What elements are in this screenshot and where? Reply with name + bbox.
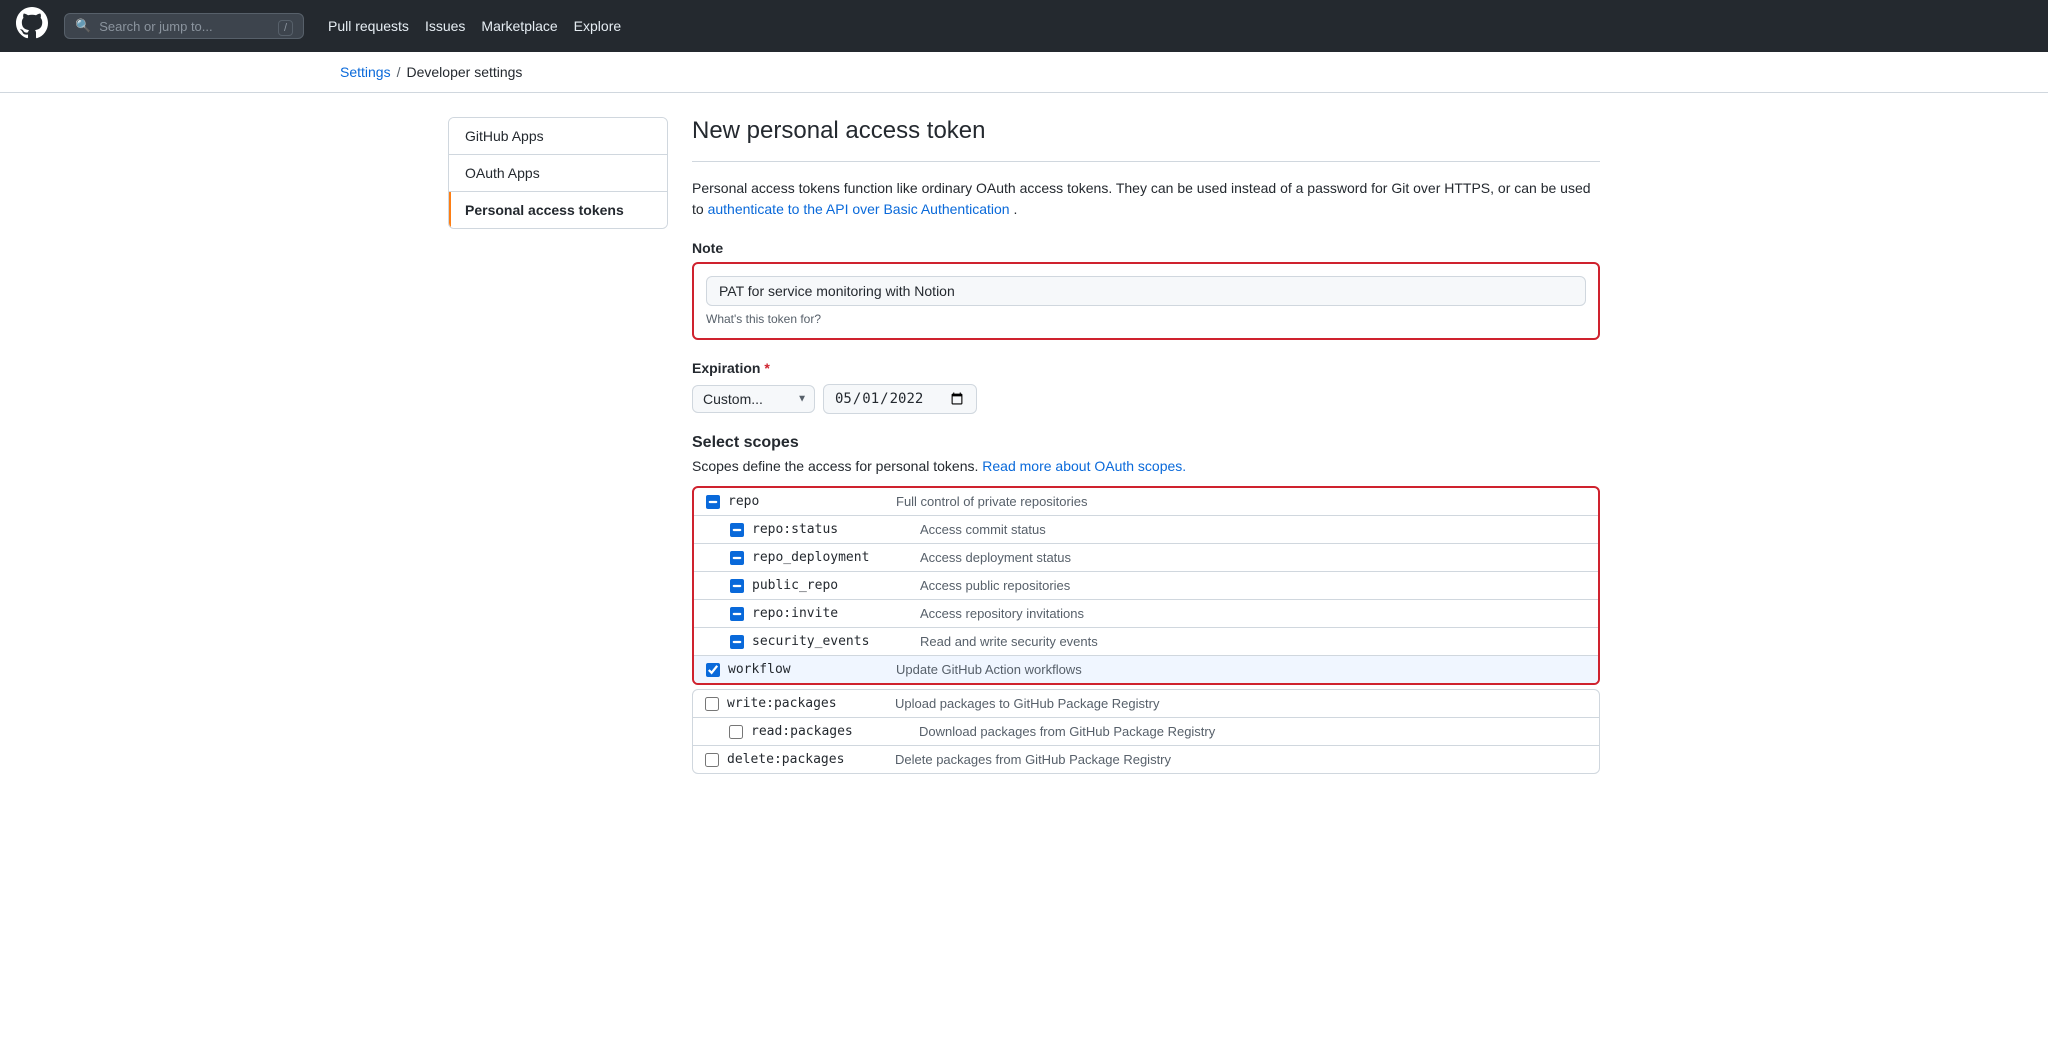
scopes-section: Select scopes Scopes define the access f…: [692, 434, 1600, 774]
note-highlight-wrapper: What's this token for?: [692, 262, 1600, 340]
scope-read-packages-checkbox[interactable]: [729, 725, 743, 739]
scope-repo-deployment-checkbox[interactable]: [730, 551, 744, 565]
page-title: New personal access token: [692, 117, 1600, 162]
topnav: 🔍 Search or jump to... / Pull requests I…: [0, 0, 2048, 52]
scope-repo-desc: Full control of private repositories: [896, 494, 1087, 509]
scope-repo-row: repo Full control of private repositorie…: [694, 488, 1598, 516]
breadcrumb-current: Developer settings: [406, 64, 522, 80]
scope-write-packages-name: write:packages: [727, 696, 887, 711]
github-logo-icon[interactable]: [16, 7, 48, 46]
note-hint: What's this token for?: [706, 312, 1586, 326]
expiration-section: Expiration * Custom... 7 days 30 days 60…: [692, 360, 1600, 414]
nav-pull-requests[interactable]: Pull requests: [328, 18, 409, 34]
scope-write-packages-checkbox[interactable]: [705, 697, 719, 711]
search-kbd: /: [278, 20, 293, 36]
scopes-title: Select scopes: [692, 434, 1600, 452]
scope-workflow-checkbox[interactable]: [706, 663, 720, 677]
scope-security-events-checkbox[interactable]: [730, 635, 744, 649]
note-input[interactable]: [706, 276, 1586, 306]
scope-repo-invite-desc: Access repository invitations: [920, 606, 1084, 621]
scopes-normal-container: write:packages Upload packages to GitHub…: [692, 689, 1600, 774]
content-area: New personal access token Personal acces…: [692, 117, 1600, 794]
scope-workflow-name: workflow: [728, 662, 888, 677]
scope-repo-deployment-name: repo_deployment: [752, 550, 912, 565]
scope-repo-checkbox[interactable]: [706, 495, 720, 509]
scopes-highlighted-container: repo Full control of private repositorie…: [692, 486, 1600, 685]
scope-repo-status-name: repo:status: [752, 522, 912, 537]
description: Personal access tokens function like ord…: [692, 178, 1600, 220]
nav-issues[interactable]: Issues: [425, 18, 465, 34]
sidebar-item-oauth-apps[interactable]: OAuth Apps: [449, 155, 667, 192]
scope-repo-invite-row: repo:invite Access repository invitation…: [694, 600, 1598, 628]
scope-repo-status-row: repo:status Access commit status: [694, 516, 1598, 544]
scope-workflow-row: workflow Update GitHub Action workflows: [694, 656, 1598, 683]
expiration-row: Custom... 7 days 30 days 60 days 90 days…: [692, 384, 1600, 414]
expiration-select[interactable]: Custom... 7 days 30 days 60 days 90 days…: [692, 385, 815, 413]
scope-repo-invite-checkbox[interactable]: [730, 607, 744, 621]
scope-public-repo-desc: Access public repositories: [920, 578, 1070, 593]
breadcrumb-settings-link[interactable]: Settings: [340, 64, 391, 80]
scope-security-events-row: security_events Read and write security …: [694, 628, 1598, 656]
sidebar-item-personal-access-tokens[interactable]: Personal access tokens: [449, 192, 667, 228]
scope-public-repo-name: public_repo: [752, 578, 912, 593]
topnav-links: Pull requests Issues Marketplace Explore: [328, 18, 621, 34]
auth-link[interactable]: authenticate to the API over Basic Authe…: [708, 201, 1010, 217]
scope-public-repo-checkbox[interactable]: [730, 579, 744, 593]
scope-write-packages-row: write:packages Upload packages to GitHub…: [693, 690, 1599, 718]
main-container: GitHub Apps OAuth Apps Personal access t…: [424, 117, 1624, 794]
scope-repo-deployment-row: repo_deployment Access deployment status: [694, 544, 1598, 572]
expiration-label: Expiration *: [692, 360, 1600, 376]
scope-read-packages-desc: Download packages from GitHub Package Re…: [919, 724, 1215, 739]
nav-marketplace[interactable]: Marketplace: [481, 18, 557, 34]
search-placeholder: Search or jump to...: [99, 19, 212, 34]
expiration-required-marker: *: [764, 360, 769, 376]
nav-explore[interactable]: Explore: [574, 18, 621, 34]
scope-repo-status-desc: Access commit status: [920, 522, 1046, 537]
scope-delete-packages-row: delete:packages Delete packages from Git…: [693, 746, 1599, 773]
scope-workflow-desc: Update GitHub Action workflows: [896, 662, 1082, 677]
scope-security-events-name: security_events: [752, 634, 912, 649]
scope-delete-packages-name: delete:packages: [727, 752, 887, 767]
note-label: Note: [692, 240, 1600, 256]
scope-public-repo-row: public_repo Access public repositories: [694, 572, 1598, 600]
scope-write-packages-desc: Upload packages to GitHub Package Regist…: [895, 696, 1159, 711]
sidebar-item-github-apps[interactable]: GitHub Apps: [449, 118, 667, 155]
scope-read-packages-name: read:packages: [751, 724, 911, 739]
scope-delete-packages-checkbox[interactable]: [705, 753, 719, 767]
breadcrumb-separator: /: [397, 64, 401, 80]
search-input[interactable]: 🔍 Search or jump to... /: [64, 13, 304, 39]
expiration-date-input[interactable]: [823, 384, 977, 414]
scope-repo-deployment-desc: Access deployment status: [920, 550, 1071, 565]
expiration-select-wrapper: Custom... 7 days 30 days 60 days 90 days…: [692, 385, 815, 413]
scopes-description: Scopes define the access for personal to…: [692, 458, 1600, 474]
sidebar: GitHub Apps OAuth Apps Personal access t…: [448, 117, 668, 229]
scope-repo-invite-name: repo:invite: [752, 606, 912, 621]
scope-repo-status-checkbox[interactable]: [730, 523, 744, 537]
breadcrumb: Settings / Developer settings: [0, 52, 2048, 93]
scope-delete-packages-desc: Delete packages from GitHub Package Regi…: [895, 752, 1171, 767]
note-section: Note What's this token for?: [692, 240, 1600, 340]
search-icon: 🔍: [75, 18, 91, 34]
scope-security-events-desc: Read and write security events: [920, 634, 1098, 649]
oauth-scopes-link[interactable]: Read more about OAuth scopes.: [982, 458, 1186, 474]
scope-repo-name: repo: [728, 494, 888, 509]
scope-read-packages-row: read:packages Download packages from Git…: [693, 718, 1599, 746]
